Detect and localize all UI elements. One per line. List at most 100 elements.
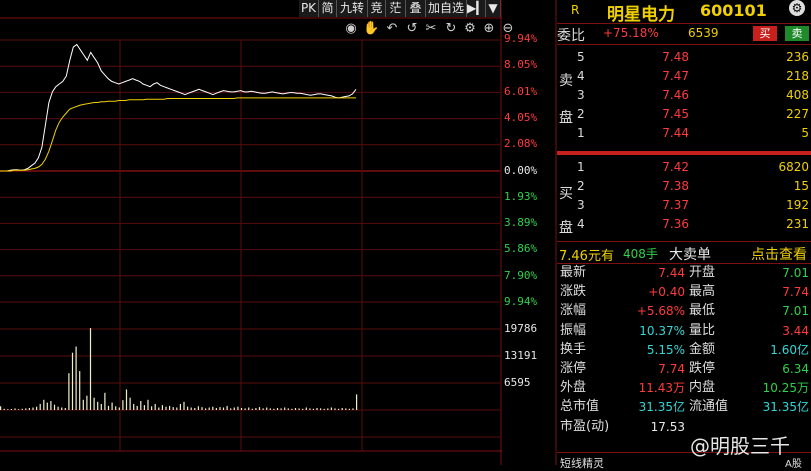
- volume-bar: [71, 352, 74, 410]
- stat-label: 涨跌: [560, 284, 587, 300]
- volume-bar: [111, 402, 113, 410]
- axis-label: 8.05%: [504, 58, 538, 71]
- ask-row[interactable]: 4 7.47 218: [557, 67, 811, 85]
- volume-bar: [158, 407, 160, 410]
- stat-value: +5.68%: [636, 304, 685, 319]
- ask-row[interactable]: 1 7.44 5: [557, 124, 811, 142]
- volume-bar: [75, 346, 77, 410]
- axis-label: 0.00%: [504, 164, 538, 177]
- stat-label: 外盘: [560, 380, 587, 396]
- axis-label: 3.89%: [504, 216, 538, 229]
- divider: [557, 44, 811, 45]
- volume-bar: [284, 407, 286, 410]
- volume-bar: [86, 395, 88, 410]
- bid-volume: 6820: [778, 160, 809, 174]
- stat-label: 内盘: [689, 380, 716, 396]
- volume-axis-label: 13191: [504, 349, 538, 362]
- ask-price: 7.47: [662, 69, 689, 83]
- stat-label: 换手: [560, 341, 587, 357]
- volume-axis-label: 6595: [504, 376, 531, 389]
- volume-bar: [57, 406, 59, 410]
- volume-bar: [187, 406, 189, 410]
- average-price-line: [0, 97, 356, 172]
- stat-label: 振幅: [560, 322, 587, 338]
- volume-bar: [226, 405, 228, 410]
- stat-label: 最新: [560, 265, 587, 280]
- gear-icon[interactable]: ⚙: [789, 0, 805, 16]
- volume-bar: [323, 408, 325, 410]
- volume-bar: [240, 408, 243, 410]
- volume-bar: [100, 403, 102, 410]
- ask-volume: 5: [801, 126, 809, 140]
- volume-bar: [345, 408, 347, 410]
- volume-bar: [104, 392, 106, 410]
- price-line: [0, 43, 357, 172]
- bid-level: 4: [577, 217, 585, 231]
- volume-bar: [136, 405, 138, 410]
- bid-row[interactable]: 4 7.36 231: [557, 215, 811, 233]
- volume-bar: [316, 408, 318, 410]
- stat-label: 开盘: [689, 265, 716, 280]
- sell-button[interactable]: 卖: [785, 26, 809, 41]
- ask-level: 3: [577, 88, 585, 102]
- bid-row[interactable]: 1 7.42 6820: [557, 158, 811, 176]
- volume-bar: [348, 408, 350, 410]
- order-book-divider: [557, 151, 811, 155]
- big-order-link[interactable]: 点击查看: [751, 244, 807, 264]
- stat-row: 总市值 31.35亿 流通值 31.35亿: [557, 398, 811, 416]
- volume-bar: [165, 406, 167, 410]
- ask-volume: 227: [786, 107, 809, 121]
- volume-bar: [244, 408, 246, 410]
- axis-label: 6.01%: [504, 85, 538, 98]
- stock-code: 600101: [700, 1, 767, 20]
- volume-bar: [276, 408, 279, 410]
- weicha-value: 6539: [688, 26, 719, 40]
- volume-bar: [61, 407, 63, 410]
- ask-row[interactable]: 2 7.45 227: [557, 105, 811, 123]
- divider: [557, 23, 811, 24]
- volume-bar: [230, 408, 232, 410]
- volume-bar: [305, 407, 307, 410]
- buy-button[interactable]: 买: [753, 26, 777, 41]
- big-order-label: 大卖单: [669, 247, 711, 263]
- volume-bar: [219, 407, 221, 410]
- axis-label: 9.94%: [504, 32, 538, 45]
- intraday-chart[interactable]: [0, 0, 557, 465]
- volume-bar: [273, 408, 275, 410]
- quote-panel: R 明星电力 600101 ⚙ 委比 +75.18% 6539 买 卖 卖 盘 …: [557, 0, 811, 470]
- ask-row[interactable]: 3 7.46 408: [557, 86, 811, 104]
- volume-bar: [248, 407, 250, 410]
- ask-level: 1: [577, 126, 585, 140]
- volume-bar: [338, 408, 340, 410]
- volume-bar: [122, 400, 124, 410]
- weibi-label: 委比: [557, 28, 585, 44]
- short-line-tab[interactable]: 短线精灵: [560, 455, 604, 471]
- watermark: @明股三千: [690, 434, 790, 458]
- stat-value: 7.01: [782, 304, 809, 319]
- stat-value: 31.35亿: [762, 400, 809, 415]
- stat-value: 3.44: [782, 323, 809, 338]
- bid-row[interactable]: 2 7.38 15: [557, 177, 811, 195]
- ask-level: 5: [577, 50, 585, 64]
- bid-price: 7.42: [662, 160, 689, 174]
- axis-label: 1.93%: [504, 190, 538, 203]
- volume-bar: [352, 408, 354, 410]
- stat-label: 最低: [689, 303, 716, 319]
- axis-label: 5.86%: [504, 242, 538, 255]
- stat-label: 金额: [689, 341, 716, 357]
- stat-value: 10.37%: [639, 323, 685, 338]
- volume-bar: [294, 408, 297, 410]
- ask-row[interactable]: 5 7.48 236: [557, 48, 811, 66]
- ask-price: 7.45: [662, 107, 689, 121]
- volume-bar: [341, 408, 343, 410]
- volume-bar: [222, 407, 225, 410]
- volume-bar: [190, 407, 192, 410]
- bid-row[interactable]: 3 7.37 192: [557, 196, 811, 214]
- volume-bar: [205, 408, 207, 410]
- volume-bar: [14, 408, 16, 410]
- stat-label: 跌停: [689, 361, 716, 376]
- weibi-value: +75.18%: [603, 26, 659, 40]
- r-badge: R: [571, 3, 580, 17]
- ask-level: 2: [577, 107, 585, 121]
- stat-row: 最新 7.44 开盘 7.01: [557, 264, 811, 282]
